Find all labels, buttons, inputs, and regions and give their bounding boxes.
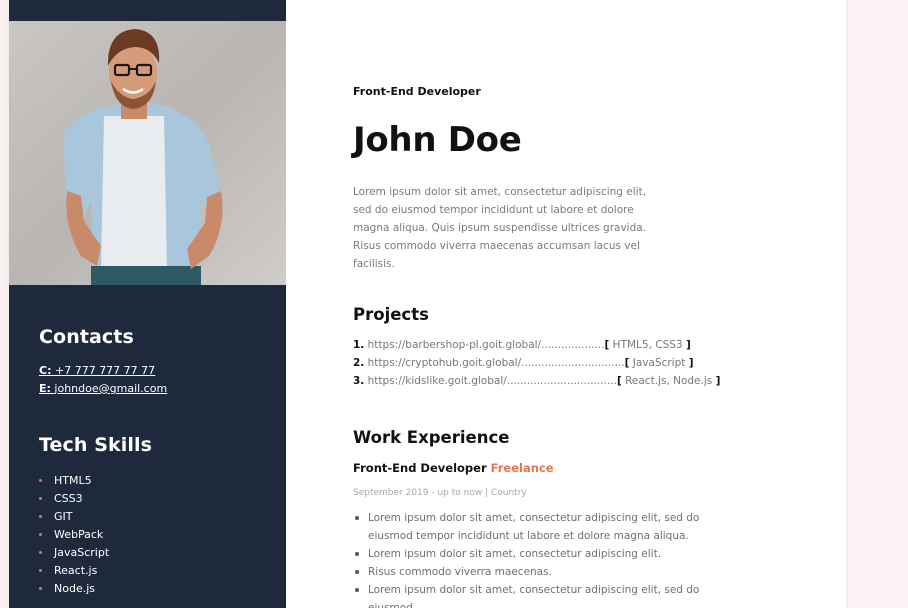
project-number: 1.	[353, 339, 365, 351]
work-experience-heading: Work Experience	[353, 428, 510, 447]
job-position: Front-End Developer	[353, 461, 487, 475]
duty-item: Lorem ipsum dolor sit amet, consectetur …	[353, 581, 708, 608]
job-title: Front-End Developer Freelance	[353, 461, 554, 475]
contacts-heading: Contacts	[39, 326, 134, 348]
bracket-open: [	[604, 339, 610, 351]
project-number: 3.	[353, 375, 365, 387]
project-item: 1. https://barbershop-pl.goit.global/...…	[353, 336, 720, 354]
skill-label: WebPack	[54, 528, 104, 541]
bullet-icon	[39, 551, 42, 554]
project-link[interactable]: https://cryptohub.goit.global/	[368, 357, 521, 369]
skill-item: React.js	[39, 562, 109, 580]
bracket-close: ]	[715, 375, 721, 387]
skill-item: Node.js	[39, 580, 109, 598]
skill-item: HTML5	[39, 472, 109, 490]
project-link[interactable]: https://kidslike.goit.global/	[368, 375, 507, 387]
email-label: E:	[39, 382, 51, 395]
skills-list: HTML5 CSS3 GIT WebPack JavaScript React.…	[39, 472, 109, 598]
project-tech: HTML5, CSS3	[612, 339, 683, 351]
email-link[interactable]: johndoe@gmail.com	[54, 382, 167, 395]
duty-text: Risus commodo viverra maecenas.	[368, 566, 552, 578]
duty-item: Risus commodo viverra maecenas.	[353, 563, 708, 581]
bracket-close: ]	[688, 357, 694, 369]
project-item: 3. https://kidslike.goit.global/........…	[353, 372, 720, 390]
sidebar: Contacts C: +7 777 777 77 77 E: johndoe@…	[9, 285, 286, 608]
bracket-open: [	[624, 357, 630, 369]
duty-item: Lorem ipsum dolor sit amet, consectetur …	[353, 545, 708, 563]
role-title: Front-End Developer	[353, 85, 481, 98]
leader-dots: ...............................	[521, 357, 625, 369]
bullet-icon	[39, 587, 42, 590]
project-tech: JavaScript	[632, 357, 686, 369]
resume-page: Contacts C: +7 777 777 77 77 E: johndoe@…	[9, 0, 846, 608]
duty-text: Lorem ipsum dolor sit amet, consectetur …	[368, 512, 700, 542]
bracket-open: [	[616, 375, 622, 387]
job-type-badge: Freelance	[490, 461, 554, 475]
projects-heading: Projects	[353, 305, 429, 324]
bullet-icon	[39, 497, 42, 500]
projects-list: 1. https://barbershop-pl.goit.global/...…	[353, 336, 720, 390]
profile-photo	[9, 21, 286, 285]
skill-item: GIT	[39, 508, 109, 526]
bullet-icon	[39, 479, 42, 482]
skill-label: HTML5	[54, 474, 92, 487]
duty-text: Lorem ipsum dolor sit amet, consectetur …	[368, 548, 662, 560]
bullet-icon	[39, 569, 42, 572]
skill-label: Node.js	[54, 582, 95, 595]
duties-list: Lorem ipsum dolor sit amet, consectetur …	[353, 509, 708, 608]
intro-paragraph: Lorem ipsum dolor sit amet, consectetur …	[353, 186, 647, 270]
leader-dots: ...................	[541, 339, 605, 351]
duty-text: Lorem ipsum dolor sit amet, consectetur …	[368, 584, 700, 608]
project-item: 2. https://cryptohub.goit.global/.......…	[353, 354, 720, 372]
duty-item: Lorem ipsum dolor sit amet, consectetur …	[353, 509, 708, 545]
skill-item: JavaScript	[39, 544, 109, 562]
contact-email[interactable]: E: johndoe@gmail.com	[39, 382, 167, 395]
project-link[interactable]: https://barbershop-pl.goit.global/	[368, 339, 541, 351]
skill-item: WebPack	[39, 526, 109, 544]
phone-label: C:	[39, 364, 52, 377]
leader-dots: .................................	[506, 375, 617, 387]
bullet-icon	[39, 533, 42, 536]
skill-item: CSS3	[39, 490, 109, 508]
profile-photo-illustration	[9, 21, 286, 285]
bullet-icon	[39, 515, 42, 518]
contact-phone[interactable]: C: +7 777 777 77 77	[39, 364, 155, 377]
skill-label: GIT	[54, 510, 73, 523]
job-date: September 2019 - up to now | Country	[353, 488, 527, 498]
sidebar-top-strip	[9, 0, 286, 21]
person-name: John Doe	[353, 120, 522, 160]
bracket-close: ]	[685, 339, 691, 351]
bullet-icon	[355, 588, 359, 592]
tech-skills-heading: Tech Skills	[39, 434, 152, 456]
skill-label: JavaScript	[54, 546, 110, 559]
skill-label: CSS3	[54, 492, 83, 505]
project-tech: React.js, Node.js	[625, 375, 713, 387]
phone-link[interactable]: +7 777 777 77 77	[55, 364, 155, 377]
bullet-icon	[355, 552, 359, 556]
bullet-icon	[355, 570, 359, 574]
bullet-icon	[355, 516, 359, 520]
project-number: 2.	[353, 357, 365, 369]
skill-label: React.js	[54, 564, 98, 577]
